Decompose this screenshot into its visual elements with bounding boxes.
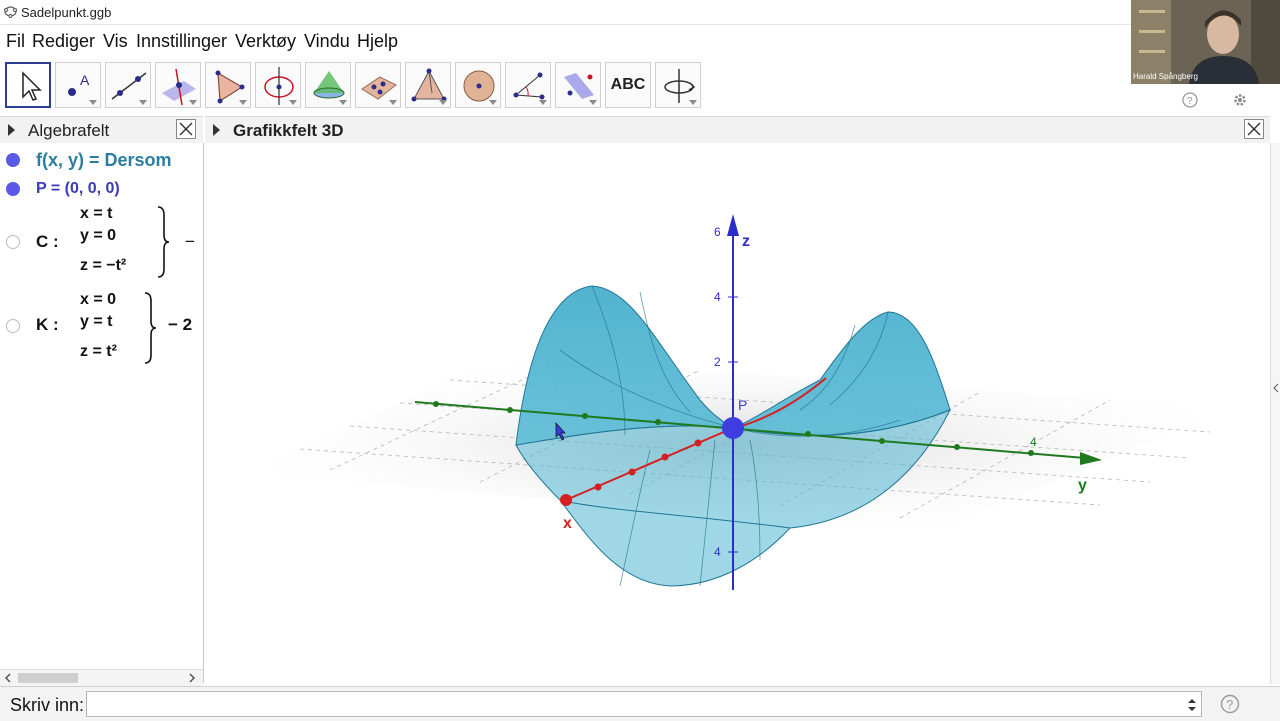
z-tick-label: 6	[714, 225, 721, 239]
cursor-arrow-icon	[22, 71, 42, 101]
brace-icon	[157, 206, 170, 278]
curve-C-range: −	[185, 232, 195, 251]
z-tick-label: 4	[714, 290, 721, 304]
algebra-horizontal-scrollbar[interactable]	[0, 669, 203, 686]
z-tick-label: 4	[714, 545, 721, 559]
menu-help[interactable]: Hjelp	[357, 31, 398, 52]
text-tool[interactable]: ABC	[605, 62, 651, 108]
chevron-right-icon[interactable]	[188, 673, 196, 683]
menu-bar: Fil Rediger Vis Innstillinger Verktøy Vi…	[0, 27, 1130, 55]
menu-edit[interactable]: Rediger	[32, 31, 95, 52]
sphere-tool[interactable]	[455, 62, 501, 108]
menu-window[interactable]: Vindu	[304, 31, 350, 52]
menu-view[interactable]: Vis	[103, 31, 128, 52]
polygon-tool[interactable]	[205, 62, 251, 108]
graphics-panel-title: Grafikkfelt 3D	[233, 121, 344, 140]
visibility-toggle-K[interactable]	[6, 319, 20, 333]
scrollbar-thumb[interactable]	[18, 673, 78, 683]
brace-icon	[144, 292, 157, 364]
y-axis-label: y	[1078, 477, 1087, 494]
algebra-item-P[interactable]: P = (0, 0, 0)	[36, 180, 120, 198]
circle-tool[interactable]	[255, 62, 301, 108]
spinner-arrows-icon[interactable]	[1187, 698, 1197, 712]
menu-settings[interactable]: Innstillinger	[136, 31, 227, 52]
z-axis-label: z	[742, 233, 750, 250]
expand-arrow-icon[interactable]	[213, 124, 220, 136]
algebra-item-K-name[interactable]: K :	[36, 315, 59, 335]
close-icon	[179, 122, 193, 136]
input-bar-label: Skriv inn:	[10, 695, 85, 715]
y-tick-label: 4	[1030, 435, 1037, 449]
graphics-close-button[interactable]	[1244, 119, 1264, 139]
help-icon[interactable]: ?	[1182, 92, 1198, 108]
point-P-label: P	[738, 397, 747, 413]
right-collapse-bar[interactable]	[1270, 143, 1280, 684]
visibility-toggle-P[interactable]	[6, 182, 20, 196]
title-bar: Sadelpunkt.ggb	[0, 0, 1280, 25]
svg-text:?: ?	[1187, 96, 1193, 107]
input-field[interactable]	[86, 691, 1202, 717]
curve-K-line-y: y = t	[80, 313, 113, 330]
webcam-name: Harald Spångberg	[1133, 72, 1198, 81]
curve-K-line-x: x = 0	[80, 291, 117, 308]
chevron-left-icon[interactable]	[4, 673, 12, 683]
algebra-panel-title: Algebrafelt	[28, 121, 110, 140]
window-title: Sadelpunkt.ggb	[21, 5, 112, 20]
cone-tool[interactable]	[305, 62, 351, 108]
chevron-left-icon[interactable]	[1273, 383, 1279, 393]
graphics-3d-view[interactable]: z 6 4 2 4 y 4 x P	[205, 143, 1270, 684]
z-tick-label: 2	[714, 355, 721, 369]
svg-text:A: A	[80, 72, 90, 88]
menu-tools[interactable]: Verktøy	[235, 31, 296, 52]
visibility-toggle-f[interactable]	[6, 153, 20, 167]
text-tool-label: ABC	[610, 76, 646, 93]
reflect-tool[interactable]	[555, 62, 601, 108]
curve-C-line-y: y = 0	[80, 227, 117, 244]
gear-icon[interactable]	[1232, 92, 1248, 108]
menu-file[interactable]: Fil	[6, 31, 25, 52]
algebra-close-button[interactable]	[176, 119, 196, 139]
x-axis-label: x	[563, 515, 572, 532]
point-P[interactable]	[722, 417, 744, 439]
help-icon[interactable]: ?	[1220, 694, 1240, 714]
algebra-panel-header: Algebrafelt	[0, 116, 203, 144]
curve-K-line-z: z = t²	[80, 343, 117, 360]
close-icon	[1247, 122, 1261, 136]
webcam-overlay: Harald Spångberg	[1131, 0, 1280, 84]
algebra-view: f(x, y) = Dersom P = (0, 0, 0) C : x = t…	[0, 143, 204, 683]
algebra-item-f[interactable]: f(x, y) = Dersom	[36, 150, 172, 171]
curve-C-line-z: z = −t²	[80, 257, 127, 274]
graphics-panel-header: Grafikkfelt 3D	[205, 116, 1270, 144]
input-bar: Skriv inn: ?	[0, 686, 1280, 721]
curve-C-line-x: x = t	[80, 205, 113, 222]
graphics-3d-canvas[interactable]: z 6 4 2 4 y 4 x P	[205, 143, 1270, 684]
plane-through-points-tool[interactable]	[355, 62, 401, 108]
angle-tool[interactable]	[505, 62, 551, 108]
toolbar: A ABC	[0, 60, 1130, 114]
move-tool[interactable]	[5, 62, 51, 108]
perpendicular-line-tool[interactable]	[155, 62, 201, 108]
algebra-item-C-name[interactable]: C :	[36, 232, 59, 252]
line-tool[interactable]	[105, 62, 151, 108]
visibility-toggle-C[interactable]	[6, 235, 20, 249]
point-tool[interactable]: A	[55, 62, 101, 108]
geogebra-icon	[4, 6, 17, 18]
pyramid-tool[interactable]	[405, 62, 451, 108]
rotate-view-tool[interactable]	[655, 62, 701, 108]
curve-K-range: − 2	[168, 315, 193, 334]
expand-arrow-icon[interactable]	[8, 124, 15, 136]
svg-text:?: ?	[1226, 697, 1233, 712]
